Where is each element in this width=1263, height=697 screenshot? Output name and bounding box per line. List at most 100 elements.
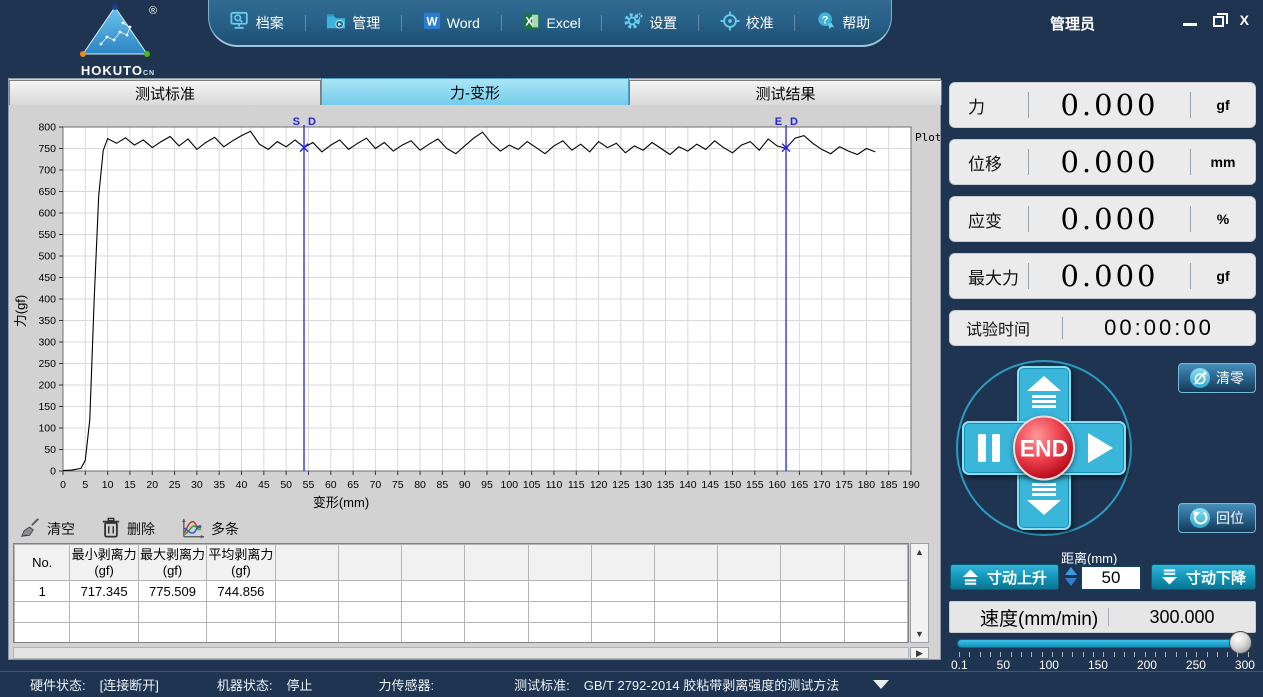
table-cell xyxy=(465,602,528,623)
status-label: 测试标准: xyxy=(514,675,570,694)
jog-up-button[interactable]: 寸动上升 xyxy=(950,564,1059,590)
return-icon xyxy=(1190,508,1210,528)
svg-text:250: 250 xyxy=(38,358,56,370)
menu-item-word[interactable]: WWord xyxy=(423,12,480,33)
menu-separator xyxy=(501,15,502,31)
readout-unit: % xyxy=(1191,211,1255,227)
tab-force-deformation[interactable]: 力-变形 xyxy=(321,78,629,105)
status-force-sensor: 力传感器: xyxy=(379,675,449,694)
svg-text:15: 15 xyxy=(124,479,136,491)
toolbar-delete-button[interactable]: 删除 xyxy=(101,517,155,542)
menu-item-settings[interactable]: 设置 xyxy=(623,11,677,34)
table-cell xyxy=(338,581,401,602)
speed-slider-labels: 0.150100150200250300 xyxy=(951,658,1255,672)
svg-text:55: 55 xyxy=(303,479,315,491)
readout-label: 最大力 xyxy=(950,264,1028,289)
menu-item-archive[interactable]: 档案 xyxy=(230,11,284,34)
toolbar-item-label: 清空 xyxy=(47,519,75,539)
home-button[interactable]: 回位 xyxy=(1178,503,1256,533)
table-cell xyxy=(591,623,654,644)
menu-separator xyxy=(794,15,795,31)
svg-text:450: 450 xyxy=(38,272,56,284)
svg-text:40: 40 xyxy=(236,479,248,491)
svg-text:115: 115 xyxy=(568,479,585,491)
window-controls: X xyxy=(1183,12,1249,28)
table-cell xyxy=(70,602,138,623)
svg-text:10: 10 xyxy=(102,479,114,491)
table-vertical-scrollbar[interactable]: ▲ ▼ xyxy=(910,543,929,643)
chart-canvas[interactable]: 0510152025303540455055606570758085909510… xyxy=(11,111,940,513)
svg-text:0: 0 xyxy=(50,466,56,478)
test-time-value: 00:00:00 xyxy=(1063,315,1255,341)
table-row[interactable]: 1717.345775.509744.856 xyxy=(15,581,908,602)
svg-text:125: 125 xyxy=(612,479,630,491)
table-header-cell: No. xyxy=(15,545,70,581)
tab-test-standard[interactable]: 测试标准 xyxy=(9,80,321,105)
menu-item-calibrate[interactable]: 校准 xyxy=(720,11,774,34)
table-row[interactable] xyxy=(15,602,908,623)
tab-bar: 测试标准 力-变形测试结果 xyxy=(9,78,942,105)
scroll-up-icon[interactable]: ▲ xyxy=(911,544,928,560)
readout-card-max-force: 最大力0.000gf xyxy=(949,253,1256,299)
standard-dropdown-arrow[interactable] xyxy=(873,680,889,689)
svg-text:190: 190 xyxy=(902,479,920,491)
speed-slider-ticks xyxy=(959,652,1249,657)
menu-separator xyxy=(401,15,402,31)
scroll-right-icon[interactable]: ▶ xyxy=(910,647,929,659)
toolbar-multi-icon xyxy=(181,517,205,542)
status-label: 力传感器: xyxy=(379,675,435,694)
status-bar: 硬件状态:[连接断开]机器状态:停止力传感器:测试标准:GB/T 2792-20… xyxy=(0,671,1263,697)
distance-input[interactable]: 50 xyxy=(1080,565,1142,591)
current-user-label: 管理员 xyxy=(1050,13,1095,34)
zero-button[interactable]: 清零 xyxy=(1178,363,1256,393)
tab-label: 测试标准 xyxy=(135,83,195,104)
brand-name: HOKUTO xyxy=(81,63,143,78)
svg-text:150: 150 xyxy=(38,401,56,413)
menu-separator xyxy=(698,15,699,31)
move-down-button[interactable] xyxy=(1026,481,1062,520)
pause-button[interactable] xyxy=(976,434,1002,467)
menu-item-excel[interactable]: XExcel xyxy=(522,12,580,33)
toolbar-multi-button[interactable]: 多条 xyxy=(181,517,239,542)
svg-text:80: 80 xyxy=(414,479,426,491)
play-button[interactable] xyxy=(1086,433,1114,468)
restore-icon[interactable] xyxy=(1213,16,1224,27)
minimize-icon[interactable] xyxy=(1183,23,1197,26)
control-panel: 力0.000gf位移0.000mm应变0.000%最大力0.000gf 试验时间… xyxy=(949,78,1256,660)
speed-slider-track[interactable] xyxy=(957,639,1249,648)
svg-text:160: 160 xyxy=(768,479,786,491)
svg-text:500: 500 xyxy=(38,251,56,263)
toolbar-clear-button[interactable]: 清空 xyxy=(19,517,75,542)
table-row[interactable] xyxy=(15,623,908,644)
status-label: 机器状态: xyxy=(217,675,273,694)
jog-up-icon xyxy=(962,568,979,586)
table-horizontal-scrollbar[interactable] xyxy=(13,647,909,659)
speed-slider-knob[interactable] xyxy=(1229,631,1252,654)
svg-text:400: 400 xyxy=(38,294,56,306)
menu-item-manage[interactable]: 管理 xyxy=(326,11,380,34)
stepper-down-icon[interactable] xyxy=(1065,578,1077,586)
svg-text:105: 105 xyxy=(523,479,541,491)
toolbar-item-label: 删除 xyxy=(127,519,155,539)
move-up-button[interactable] xyxy=(1026,376,1062,415)
svg-text:700: 700 xyxy=(38,165,56,177)
readout-unit: gf xyxy=(1191,268,1255,284)
speed-label: 速度(mm/min) xyxy=(950,604,1108,631)
menu-settings-icon xyxy=(623,11,643,34)
table-cell xyxy=(844,602,907,623)
stepper-up-icon[interactable] xyxy=(1065,567,1077,575)
close-icon[interactable]: X xyxy=(1240,12,1249,28)
table-cell: 775.509 xyxy=(138,581,206,602)
tab-test-results[interactable]: 测试结果 xyxy=(629,80,942,105)
end-button[interactable]: END xyxy=(1013,415,1075,480)
distance-stepper[interactable] xyxy=(1065,567,1077,586)
table-cell xyxy=(781,623,844,644)
readout-value: 0.000 xyxy=(1029,145,1190,179)
scroll-down-icon[interactable]: ▼ xyxy=(911,626,928,642)
jog-down-icon xyxy=(1161,568,1178,586)
table-cell xyxy=(402,581,465,602)
jog-down-button[interactable]: 寸动下降 xyxy=(1151,564,1256,590)
brand-logo: ® HOKUTOCN xyxy=(62,2,174,74)
table-cell xyxy=(207,623,275,644)
menu-item-help[interactable]: ?帮助 xyxy=(816,11,870,34)
